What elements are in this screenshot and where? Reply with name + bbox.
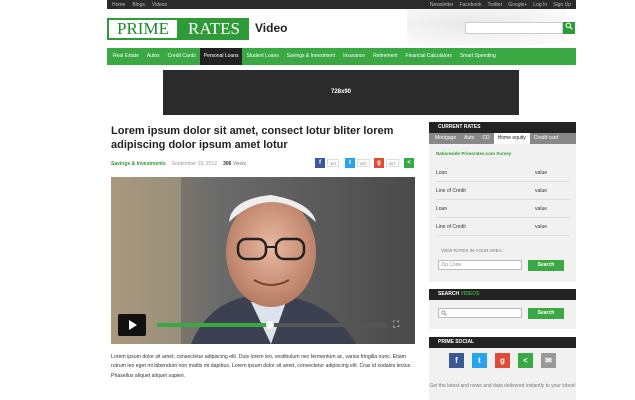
main-nav: Real Estate Autos Credit Cards Personal … [107,48,576,65]
top-link-signup[interactable]: Sign Up [553,2,571,8]
site-logo[interactable]: PRIME RATES [107,18,249,40]
progress-handle[interactable] [265,321,274,329]
play-button[interactable] [118,314,146,336]
facebook-count: 117 [327,159,340,167]
rate-row: Loan value [436,164,569,182]
article-date: September 19, 2012 [171,161,218,167]
tab-auto[interactable]: Auto [460,133,478,144]
progress-bar[interactable] [157,321,387,329]
views-count: 306 [223,161,232,167]
section-title: Video [255,21,288,35]
video-search-input[interactable] [438,308,522,318]
rate-label: Loan [436,170,448,176]
share-facebook[interactable]: f 117 [315,158,340,168]
view-rates-label: VIEW RATES IN YOUR AREA: [441,248,503,253]
top-links-right: Newsletter Facebook Twitter Google+ Log In Si… [424,2,571,8]
rate-value: value [535,206,547,212]
prime-social-widget: PRIME SOCIAL f t g < ✉ Get the latest an… [429,337,576,400]
rate-value: value [535,188,547,194]
search-videos-widget: SEARCH VIDEOS Search [429,289,576,329]
nav-item-smart-spending[interactable]: Smart Spending [456,48,500,65]
nav-item-real-estate[interactable]: Real Estate [109,48,143,65]
top-link-twitter[interactable]: Twitter [488,2,503,8]
current-rates-heading: CURRENT RATES [429,122,576,133]
current-rates-widget: CURRENT RATES Mortgage Auto CD Home equi… [429,122,576,282]
rate-row: Line of Credit value [436,218,569,236]
rates-search-button[interactable]: Search [528,260,564,271]
tab-credit-card[interactable]: Credit card [530,133,562,144]
views-label: Views [232,161,247,167]
header-search-input[interactable] [465,22,563,34]
logo-prime: PRIME [107,18,179,40]
share-more[interactable]: < [404,158,414,168]
nav-item-personal-loans[interactable]: Personal Loans [199,48,243,65]
rate-label: Loan [436,206,448,212]
nav-item-insurance[interactable]: Insurance [339,48,369,65]
progress-fill [157,323,270,327]
twitter-count: 207 [357,159,370,167]
banner-ad[interactable]: 728x90 [163,70,519,115]
rate-value: value [535,224,547,230]
fullscreen-icon[interactable]: ⛶ [393,319,403,329]
video-controls: ⛶ [111,314,415,340]
nav-item-savings-investment[interactable]: Savings & Investment [283,48,339,65]
top-link-home[interactable]: Home [112,2,125,8]
share-icon: < [404,158,414,168]
nav-item-financial-calculators[interactable]: Financial Calculators [402,48,456,65]
rates-tabs: Mortgage Auto CD Home equity Credit card [429,133,576,144]
top-link-facebook[interactable]: Facebook [460,2,482,8]
twitter-icon: t [345,158,355,168]
top-bar: Home Blogs Videos Newsletter Facebook Twitte… [107,0,576,9]
article-body: Lorem ipsum dolor sit amet, consectetur … [111,354,412,379]
survey-label[interactable]: Nationwide Primerates.com Survey [429,144,576,164]
facebook-icon[interactable]: f [449,353,464,368]
rate-row: Loan value [436,200,569,218]
search-icon [441,310,447,316]
nav-item-retirement[interactable]: Retirement [369,48,401,65]
top-link-newsletter[interactable]: Newsletter [430,2,454,8]
tab-home-equity[interactable]: Home equity [493,133,530,144]
rate-value: value [535,170,547,176]
video-search-button[interactable]: Search [528,308,564,319]
rate-label: Line of Credit [436,224,466,230]
rate-label: Line of Credit [436,188,466,194]
article-title: Lorem ipsum dolor sit amet, consect lotu… [111,125,394,151]
facebook-icon: f [315,158,325,168]
search-videos-heading-b: VIDEOS [460,291,480,297]
google-plus-icon[interactable]: g [495,353,510,368]
google-plus-icon: g [374,158,384,168]
twitter-icon[interactable]: t [472,353,487,368]
tab-cd[interactable]: CD [478,133,493,144]
article-category[interactable]: Savings & Investments [111,161,166,167]
tab-mortgage[interactable]: Mortgage [431,133,460,144]
top-link-google[interactable]: Google+ [508,2,527,8]
logo-rates: RATES [179,18,249,40]
search-icon[interactable] [563,22,575,34]
top-link-blogs[interactable]: Blogs [132,2,145,8]
nav-item-autos[interactable]: Autos [143,48,164,65]
nav-item-credit-cards[interactable]: Credit Cards [164,48,200,65]
zip-code-input[interactable]: Zip Code [438,260,522,270]
site-header: PRIME RATES Video [107,9,576,46]
top-link-login[interactable]: Log In [533,2,547,8]
article-views: 306 Views [223,161,246,167]
nav-item-student-loans[interactable]: Student Loans [242,48,282,65]
top-links-left: Home Blogs Videos [112,2,174,8]
search-videos-heading: SEARCH VIDEOS [429,289,576,300]
prime-social-heading: PRIME SOCIAL [429,337,576,348]
rate-row: Line of Credit value [436,182,569,200]
share-google[interactable]: g 207 [374,158,399,168]
google-count: 207 [386,159,399,167]
share-icon[interactable]: < [518,353,533,368]
search-videos-heading-a: SEARCH [438,291,460,297]
top-link-videos[interactable]: Videos [152,2,167,8]
email-icon[interactable]: ✉ [541,353,556,368]
share-twitter[interactable]: t 207 [345,158,370,168]
newsletter-blurb: Get the latest and news and data deliver… [429,383,576,389]
